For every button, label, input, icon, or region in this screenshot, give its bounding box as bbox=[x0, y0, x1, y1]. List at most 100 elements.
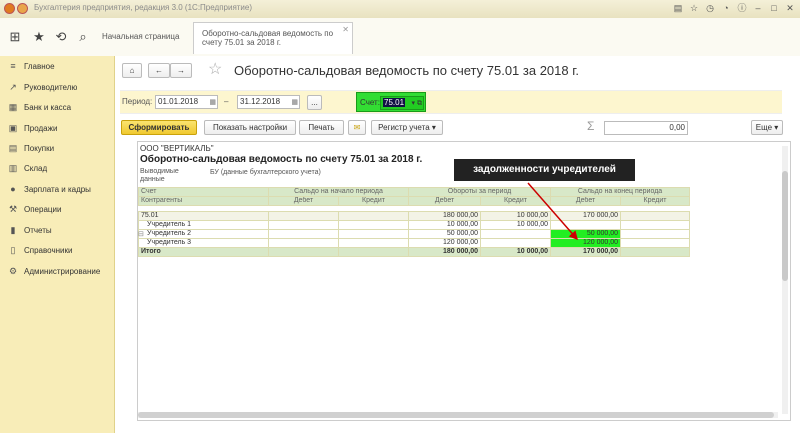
table-row[interactable]: Учредитель 1 10 000,00 10 000,00 bbox=[138, 220, 691, 230]
header-debit: Дебет bbox=[408, 196, 482, 206]
header-account: Счет bbox=[138, 187, 269, 197]
output-value: БУ (данные бухгалтерского учета) bbox=[210, 169, 321, 176]
operations-icon: ⚒ bbox=[8, 204, 18, 214]
back-button[interactable]: ← bbox=[148, 63, 170, 78]
report-table: Счет Сальдо на начало периода Обороты за… bbox=[138, 187, 691, 257]
vertical-scrollbar[interactable] bbox=[782, 146, 788, 414]
print-button[interactable]: Печать bbox=[299, 120, 344, 135]
star-icon[interactable]: ☆ bbox=[688, 2, 700, 14]
sidebar-item-operations[interactable]: ⚒ Операции bbox=[8, 204, 61, 215]
page-title: Оборотно-сальдовая ведомость по счету 75… bbox=[234, 63, 579, 78]
sidebar-item-admin[interactable]: ⚙ Администрирование bbox=[8, 266, 100, 277]
sidebar-item-sales[interactable]: ▣ Продажи bbox=[8, 123, 58, 134]
table-row[interactable]: 75.01 180 000,00 10 000,00 170 000,00 bbox=[138, 211, 691, 221]
sidebar-item-manager[interactable]: ↗ Руководителю bbox=[8, 82, 77, 93]
header-credit: Кредит bbox=[480, 196, 552, 206]
chevron-down-icon[interactable]: ▾ ⧉ bbox=[412, 98, 422, 110]
sidebar-item-label: Справочники bbox=[24, 246, 73, 255]
header-closing: Сальдо на конец периода bbox=[550, 187, 691, 197]
maximize-icon[interactable]: □ bbox=[768, 2, 780, 14]
header-turnover: Обороты за период bbox=[408, 187, 552, 197]
window-title: Бухгалтерия предприятия, редакция 3.0 (1… bbox=[34, 3, 253, 12]
sidebar-item-warehouse[interactable]: ▥ Склад bbox=[8, 163, 47, 174]
tab-report-label-line2: счету 75.01 за 2018 г. bbox=[202, 38, 282, 47]
history-icon[interactable]: ◷ bbox=[704, 2, 716, 14]
date-to-value: 31.12.2018 bbox=[240, 97, 281, 106]
highlighted-debt-cell: 120 000,00 bbox=[550, 238, 622, 248]
sidebar-item-label: Покупки bbox=[24, 144, 55, 153]
sidebar-item-catalogs[interactable]: ▯ Справочники bbox=[8, 245, 73, 256]
sidebar-item-label: Руководителю bbox=[24, 83, 78, 92]
annotation-callout: задолженности учредителей bbox=[454, 159, 635, 181]
show-settings-button[interactable]: Показать настройки bbox=[204, 120, 296, 135]
sum-field[interactable]: 0,00 bbox=[604, 121, 688, 135]
warehouse-icon: ▥ bbox=[8, 163, 18, 173]
account-input[interactable]: 75.01 ▾ ⧉ bbox=[380, 96, 424, 110]
envelope-icon: ✉ bbox=[353, 123, 361, 132]
book-icon: ▯ bbox=[10, 245, 16, 255]
arrow-left-icon: ← bbox=[155, 66, 163, 75]
date-from-input[interactable]: 01.01.2018 ▦ bbox=[155, 95, 218, 109]
period-select-button[interactable]: ... bbox=[307, 95, 322, 110]
date-to-input[interactable]: 31.12.2018 ▦ bbox=[237, 95, 300, 109]
basket-icon: ▤ bbox=[8, 143, 18, 153]
table-header-row: Контрагенты Дебет Кредит Дебет Кредит Де… bbox=[138, 196, 691, 206]
doc-icon[interactable]: ▤ bbox=[672, 2, 684, 14]
search-icon[interactable]: ⌕ bbox=[74, 28, 92, 46]
home-button[interactable]: ⌂ bbox=[122, 63, 142, 78]
forward-button[interactable]: → bbox=[170, 63, 192, 78]
calendar-icon[interactable]: ▦ bbox=[291, 97, 298, 109]
sidebar-item-label: Операции bbox=[24, 205, 62, 214]
chart-icon: ↗ bbox=[9, 82, 17, 92]
favorites-star-icon[interactable]: ★ bbox=[30, 28, 48, 46]
sidebar-item-label: Администрирование bbox=[24, 267, 101, 276]
register-label: Регистр учета bbox=[378, 123, 430, 132]
report-sheet[interactable]: ООО "ВЕРТИКАЛЬ" Оборотно-сальдовая ведом… bbox=[137, 141, 791, 421]
report-toolbar: Сформировать Показать настройки Печать ✉… bbox=[115, 118, 795, 136]
email-button[interactable]: ✉ bbox=[348, 120, 366, 135]
calendar-icon[interactable]: ▦ bbox=[209, 97, 216, 109]
horizontal-scrollbar[interactable] bbox=[138, 412, 778, 418]
period-bar: Период: 01.01.2018 ▦ – 31.12.2018 ▦ ... … bbox=[120, 90, 782, 114]
table-row[interactable]: Учредитель 3 120 000,00 120 000,00 bbox=[138, 238, 691, 248]
register-button[interactable]: Регистр учета ▾ bbox=[371, 120, 443, 135]
header-opening: Сальдо на начало периода bbox=[267, 187, 410, 197]
row-name: Учредитель 2 bbox=[138, 229, 269, 239]
output-label: Выводимые данные bbox=[140, 168, 179, 183]
history-icon[interactable]: ⟲ bbox=[52, 28, 70, 46]
sidebar-item-salary[interactable]: ● Зарплата и кадры bbox=[8, 184, 91, 194]
bank-icon: ▦ bbox=[8, 102, 18, 112]
tab-report[interactable]: Оборотно-сальдовая ведомость по счету 75… bbox=[193, 22, 353, 54]
favorite-star-icon[interactable]: ☆ bbox=[208, 59, 222, 79]
tab-home-label: Начальная страница bbox=[102, 32, 180, 41]
tab-home[interactable]: Начальная страница bbox=[94, 22, 190, 54]
bell-icon[interactable]: ◔ bbox=[720, 2, 732, 14]
account-value: 75.01 bbox=[383, 98, 406, 107]
header-credit: Кредит bbox=[337, 196, 410, 206]
total-label: Итого bbox=[138, 247, 269, 257]
grid-menu-icon[interactable]: ⊞ bbox=[6, 28, 24, 46]
minimize-icon[interactable]: – bbox=[752, 2, 764, 14]
app-menu-icon[interactable] bbox=[17, 3, 28, 14]
row-name: Учредитель 1 bbox=[138, 220, 269, 230]
table-row[interactable]: Учредитель 2 50 000,00 50 000,00 bbox=[138, 229, 691, 239]
more-button[interactable]: Еще ▾ bbox=[751, 120, 783, 135]
sidebar-item-label: Зарплата и кадры bbox=[24, 184, 91, 194]
generate-button[interactable]: Сформировать bbox=[121, 120, 197, 135]
header-debit: Дебет bbox=[550, 196, 622, 206]
highlighted-debt-cell: 50 000,00 bbox=[550, 229, 622, 239]
date-from-value: 01.01.2018 bbox=[158, 97, 199, 106]
sidebar-item-main[interactable]: ≡ Главное bbox=[8, 61, 54, 71]
info-icon[interactable]: ⓘ bbox=[736, 2, 748, 14]
tab-close-icon[interactable]: ✕ bbox=[342, 25, 349, 34]
tab-report-label-line1: Оборотно-сальдовая ведомость по bbox=[202, 29, 334, 38]
sidebar-item-label: Склад bbox=[24, 164, 48, 173]
report-title: Оборотно-сальдовая ведомость по счету 75… bbox=[140, 154, 423, 165]
total-row: Итого 180 000,00 10 000,00 170 000,00 bbox=[138, 247, 691, 257]
close-icon[interactable]: ✕ bbox=[784, 2, 796, 14]
sidebar-item-reports[interactable]: ▮ Отчеты bbox=[8, 225, 52, 236]
sidebar-item-purchases[interactable]: ▤ Покупки bbox=[8, 143, 54, 154]
sidebar-item-bank[interactable]: ▦ Банк и касса bbox=[8, 102, 71, 113]
group-collapse-icon[interactable]: ⊟ bbox=[138, 230, 144, 238]
header-counterparties: Контрагенты bbox=[138, 196, 269, 206]
